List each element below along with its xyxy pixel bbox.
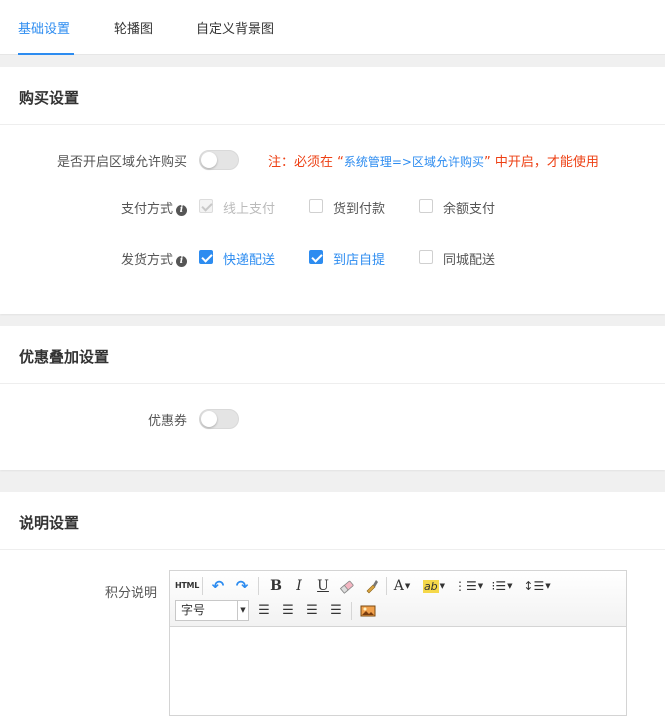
unordered-list-icon[interactable]: ⁝☰▼ bbox=[487, 576, 517, 596]
toolbar-separator bbox=[351, 602, 352, 620]
delivery-local-checkbox[interactable] bbox=[419, 250, 433, 264]
delivery-pickup-label: 到店自提 bbox=[333, 253, 386, 268]
note-prefix: 注：必须在 “ bbox=[268, 155, 344, 170]
points-description-editor: HTML ↶ ↷ B I U A▼ ab ▼ ⋮☰▼ ⁝☰▼ ↕☰▼ 字号 ▼ ☰… bbox=[169, 570, 627, 716]
italic-icon[interactable]: I bbox=[289, 576, 309, 596]
payment-online-checkbox[interactable] bbox=[199, 199, 213, 213]
toolbar-separator bbox=[202, 577, 203, 595]
font-size-select[interactable]: 字号 ▼ bbox=[175, 600, 249, 621]
align-right-icon[interactable]: ☰ bbox=[302, 601, 322, 621]
payment-method-text: 支付方式 bbox=[120, 202, 173, 217]
underline-icon[interactable]: U bbox=[313, 576, 333, 596]
divider bbox=[0, 383, 665, 384]
toolbar-separator bbox=[258, 577, 259, 595]
font-size-value: 字号 bbox=[181, 603, 206, 617]
toolbar-separator bbox=[386, 577, 387, 595]
payment-online-label: 线上支付 bbox=[223, 202, 276, 217]
delivery-express-label: 快递配送 bbox=[223, 253, 276, 268]
payment-cod-label: 货到付款 bbox=[333, 202, 386, 217]
points-description-label: 积分说明 bbox=[104, 586, 157, 601]
switch-knob bbox=[201, 411, 217, 427]
note-link[interactable]: 系统管理=>区域允许购买 bbox=[344, 155, 484, 169]
payment-balance-checkbox[interactable] bbox=[419, 199, 433, 213]
ordered-list-icon[interactable]: ⋮☰▼ bbox=[454, 576, 483, 596]
undo-icon[interactable]: ↶ bbox=[208, 576, 228, 596]
description-settings-title: 说明设置 bbox=[19, 514, 80, 532]
divider bbox=[0, 549, 665, 550]
region-purchase-switch[interactable] bbox=[199, 150, 239, 170]
format-painter-icon[interactable] bbox=[362, 576, 382, 596]
eraser-icon[interactable] bbox=[337, 576, 357, 596]
editor-content-area[interactable] bbox=[170, 628, 626, 715]
tab-bar: 基础设置 轮播图 自定义背景图 bbox=[0, 0, 665, 55]
insert-image-icon[interactable] bbox=[358, 601, 378, 621]
discount-settings-card: 优惠叠加设置 优惠券 bbox=[0, 326, 665, 470]
editor-toolbar: HTML ↶ ↷ B I U A▼ ab ▼ ⋮☰▼ ⁝☰▼ ↕☰▼ 字号 ▼ ☰… bbox=[170, 571, 626, 627]
discount-settings-title: 优惠叠加设置 bbox=[19, 348, 110, 366]
divider bbox=[0, 124, 665, 125]
delivery-method-label: 发货方式 i bbox=[60, 249, 187, 268]
redo-icon[interactable]: ↷ bbox=[232, 576, 252, 596]
switch-knob bbox=[201, 152, 217, 168]
purchase-settings-title: 购买设置 bbox=[19, 89, 80, 107]
delivery-local-label: 同城配送 bbox=[443, 253, 496, 268]
html-source-button[interactable]: HTML bbox=[175, 576, 199, 596]
align-left-icon[interactable]: ☰ bbox=[254, 601, 274, 621]
info-icon: i bbox=[176, 256, 187, 267]
delivery-pickup-checkbox[interactable] bbox=[309, 250, 323, 264]
coupon-switch[interactable] bbox=[199, 409, 239, 429]
payment-cod-checkbox[interactable] bbox=[309, 199, 323, 213]
align-justify-icon[interactable]: ☰ bbox=[326, 601, 346, 621]
line-height-icon[interactable]: ↕☰▼ bbox=[523, 576, 551, 596]
region-purchase-note: 注：必须在 “系统管理=>区域允许购买” 中开启，才能使用 bbox=[268, 151, 599, 170]
align-center-icon[interactable]: ☰ bbox=[278, 601, 298, 621]
tab-basic-settings[interactable]: 基础设置 bbox=[18, 18, 74, 55]
delivery-express-checkbox[interactable] bbox=[199, 250, 213, 264]
font-color-icon[interactable]: A▼ bbox=[389, 576, 415, 596]
delivery-method-text: 发货方式 bbox=[120, 253, 173, 268]
bold-icon[interactable]: B bbox=[266, 576, 286, 596]
tab-carousel[interactable]: 轮播图 bbox=[114, 18, 153, 55]
payment-balance-label: 余额支付 bbox=[443, 202, 496, 217]
info-icon: i bbox=[176, 205, 187, 216]
highlight-color-icon[interactable]: ab ▼ bbox=[420, 576, 448, 596]
region-purchase-label: 是否开启区域允许购买 bbox=[56, 155, 187, 170]
coupon-label: 优惠券 bbox=[147, 414, 187, 429]
payment-method-label: 支付方式 i bbox=[60, 198, 187, 217]
note-suffix: ” 中开启，才能使用 bbox=[484, 155, 599, 170]
chevron-down-icon: ▼ bbox=[237, 601, 248, 620]
purchase-settings-card: 购买设置 是否开启区域允许购买 注：必须在 “系统管理=>区域允许购买” 中开启… bbox=[0, 67, 665, 314]
tab-custom-background[interactable]: 自定义背景图 bbox=[196, 18, 274, 55]
